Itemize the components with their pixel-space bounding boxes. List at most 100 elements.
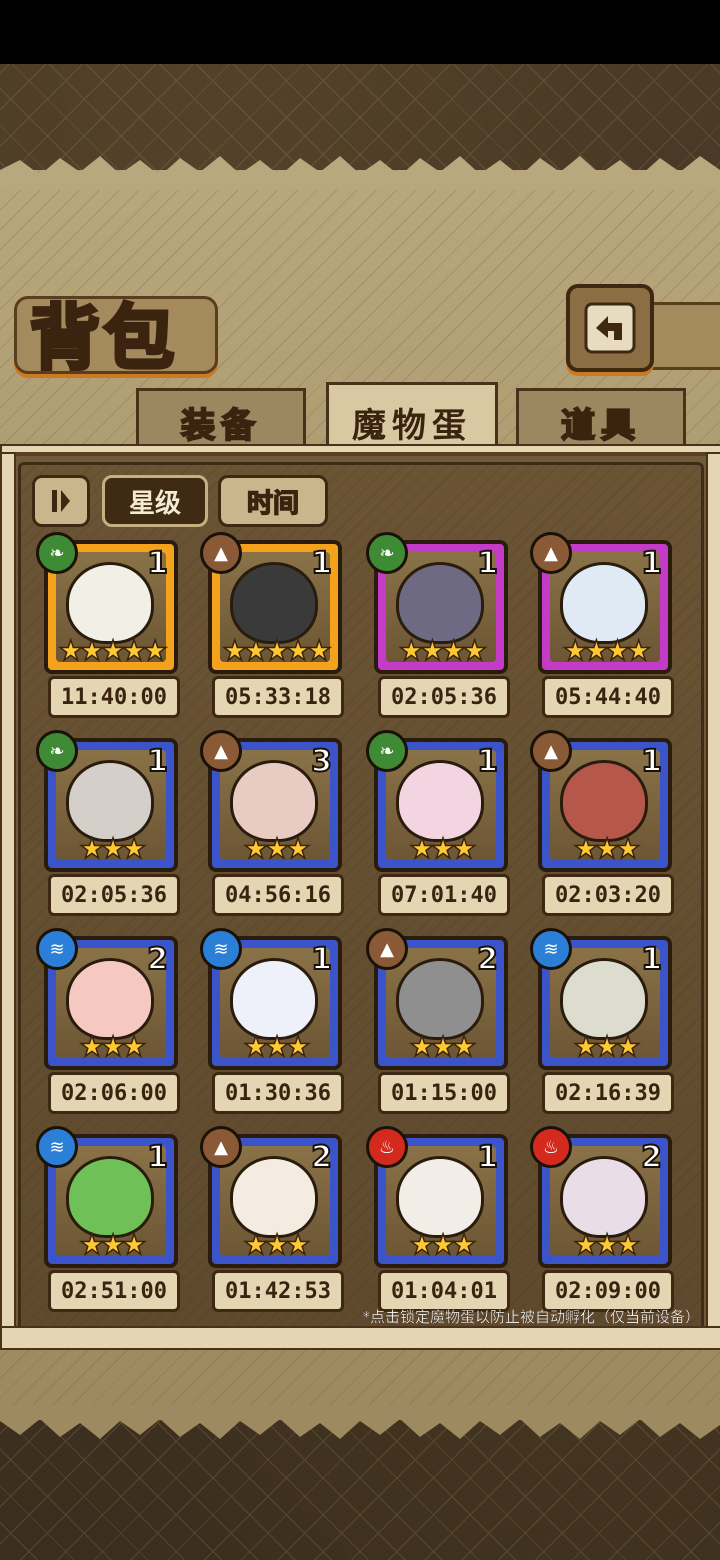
hatch-timer: 02:05:36 [378,676,510,718]
sort-by-star-button[interactable]: 星级 [102,475,208,527]
star-rating: ★★★ [79,832,148,865]
monster-egg-icon [66,760,154,842]
egg-card[interactable]: ▲ 1 ★★★★★ [200,532,342,678]
egg-card[interactable]: ▲ 2 ★★★ [366,928,508,1074]
monster-egg-icon [66,562,154,644]
hatch-timer: 01:42:53 [212,1270,344,1312]
nature-element-icon: ❧ [36,532,78,574]
egg-count: 1 [640,743,663,780]
star-rating: ★★★★ [398,634,488,667]
water-element-icon: ≋ [200,928,242,970]
hatch-timer: 01:15:00 [378,1072,510,1114]
monster-egg-icon [230,760,318,842]
star-rating: ★★★ [573,832,642,865]
earth-element-icon: ▲ [200,730,242,772]
egg-card[interactable]: ▲ 2 ★★★ [200,1126,342,1272]
egg-count: 1 [476,545,499,582]
egg-count: 1 [146,545,169,582]
status-bar [0,0,720,64]
monster-egg-icon [560,1156,648,1238]
nature-element-icon: ❧ [366,532,408,574]
star-rating: ★★★ [79,1228,148,1261]
monster-egg-icon [560,958,648,1040]
nature-element-icon: ❧ [36,730,78,772]
hatch-timer: 02:06:00 [48,1072,180,1114]
egg-count: 1 [146,743,169,780]
hatch-timer: 07:01:40 [378,874,510,916]
monster-egg-icon [560,760,648,842]
egg-card[interactable]: ❧ 1 ★★★ [366,730,508,876]
hatch-timer: 05:33:18 [212,676,344,718]
earth-element-icon: ▲ [200,532,242,574]
monster-egg-icon [230,1156,318,1238]
panel-left-rail [0,452,16,1336]
egg-count: 2 [640,1139,663,1176]
monster-egg-icon [396,1156,484,1238]
parchment-top-edge [0,156,720,190]
pause-sort-icon [52,490,70,512]
back-arrow-icon [584,302,636,354]
hatch-timer: 02:05:36 [48,874,180,916]
egg-card[interactable]: ❧ 1 ★★★ [36,730,178,876]
monster-egg-icon [230,958,318,1040]
hatch-timer: 02:16:39 [542,1072,674,1114]
egg-count: 2 [310,1139,333,1176]
nature-element-icon: ❧ [366,730,408,772]
sort-toggle-button[interactable] [32,475,90,527]
star-rating: ★★★★★ [57,634,168,667]
egg-card[interactable]: ▲ 3 ★★★ [200,730,342,876]
water-element-icon: ≋ [36,928,78,970]
star-rating: ★★★ [573,1228,642,1261]
panel-right-rail [706,452,720,1336]
egg-count: 1 [310,941,333,978]
hatch-timer: 04:56:16 [212,874,344,916]
monster-egg-icon [66,1156,154,1238]
star-rating: ★★★ [79,1030,148,1063]
water-element-icon: ≋ [36,1126,78,1168]
lock-hint-text: *点击锁定魔物蛋以防止被自动孵化（仅当前设备） [362,1308,700,1326]
egg-card[interactable]: ≋ 2 ★★★ [36,928,178,1074]
hatch-timer: 02:03:20 [542,874,674,916]
egg-count: 2 [146,941,169,978]
earth-element-icon: ▲ [530,532,572,574]
fire-element-icon: ♨ [530,1126,572,1168]
earth-element-icon: ▲ [366,928,408,970]
egg-card[interactable]: ≋ 1 ★★★ [530,928,672,1074]
monster-egg-icon [396,958,484,1040]
monster-egg-icon [560,562,648,644]
egg-card[interactable]: ❧ 1 ★★★★★ [36,532,178,678]
monster-egg-icon [66,958,154,1040]
star-rating: ★★★ [243,832,312,865]
sort-by-time-button[interactable]: 时间 [218,475,328,527]
star-rating: ★★★★★ [221,634,332,667]
egg-count: 3 [310,743,333,780]
star-rating: ★★★ [243,1030,312,1063]
star-rating: ★★★ [243,1228,312,1261]
egg-card[interactable]: ≋ 1 ★★★ [36,1126,178,1272]
star-rating: ★★★★ [562,634,652,667]
monster-egg-icon [230,562,318,644]
star-rating: ★★★ [409,1030,478,1063]
egg-count: 2 [476,941,499,978]
egg-card[interactable]: ♨ 2 ★★★ [530,1126,672,1272]
egg-card[interactable]: ♨ 1 ★★★ [366,1126,508,1272]
hatch-timer: 05:44:40 [542,676,674,718]
hatch-timer: 11:40:00 [48,676,180,718]
monster-egg-icon [396,760,484,842]
egg-count: 1 [640,941,663,978]
egg-card[interactable]: ❧ 1 ★★★★ [366,532,508,678]
star-rating: ★★★ [409,832,478,865]
egg-count: 1 [476,1139,499,1176]
monster-egg-icon [396,562,484,644]
egg-card[interactable]: ≋ 1 ★★★ [200,928,342,1074]
page-title: 背包 [28,294,178,381]
star-rating: ★★★ [573,1030,642,1063]
fire-element-icon: ♨ [366,1126,408,1168]
egg-card[interactable]: ▲ 1 ★★★ [530,730,672,876]
egg-count: 1 [476,743,499,780]
water-element-icon: ≋ [530,928,572,970]
egg-card[interactable]: ▲ 1 ★★★★ [530,532,672,678]
egg-count: 1 [146,1139,169,1176]
back-button[interactable] [566,284,654,372]
hatch-timer: 02:51:00 [48,1270,180,1312]
